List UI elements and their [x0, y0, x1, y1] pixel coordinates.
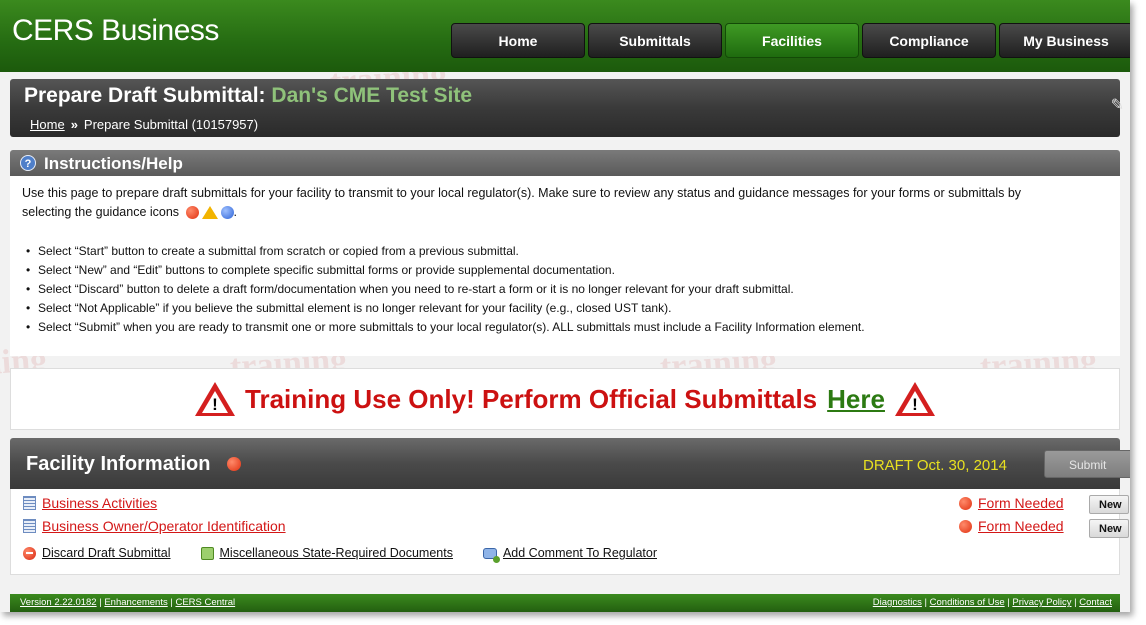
top-header: CERS Business Home Submittals Facilities… [0, 0, 1130, 72]
form-needed-link[interactable]: Form Needed [978, 495, 1064, 511]
discard-icon [23, 546, 36, 560]
brand-logo[interactable]: CERS Business [12, 14, 219, 48]
form-status: Form Needed [959, 518, 1064, 534]
form-document-icon [23, 519, 36, 533]
intro-text-a: Use this page to prepare draft submittal… [22, 186, 1022, 200]
nav-home[interactable]: Home [451, 23, 585, 58]
comment-icon [482, 547, 500, 563]
form-row: Business Activities [23, 493, 157, 513]
new-form-button[interactable]: New [1089, 495, 1129, 514]
privacy-link[interactable]: Privacy Policy [1012, 597, 1071, 608]
facility-info-body: Business Activities Form Needed New Busi… [10, 489, 1129, 575]
error-status-icon[interactable] [959, 496, 972, 510]
enhancements-link[interactable]: Enhancements [104, 597, 167, 608]
warning-triangle-icon: ! [195, 382, 236, 416]
training-banner: ! Training Use Only! Perform Official Su… [10, 368, 1120, 430]
facility-info-title: Facility Information [26, 453, 211, 475]
print-icon[interactable]: ✎ [1111, 95, 1124, 115]
training-banner-text: Training Use Only! Perform Official Subm… [245, 383, 818, 414]
add-comment-link[interactable]: Add Comment To Regulator [503, 546, 657, 560]
warning-triangle-icon: ! [894, 382, 935, 416]
nav-facilities[interactable]: Facilities [725, 23, 859, 58]
conditions-link[interactable]: Conditions of Use [930, 597, 1005, 608]
footer: Version 2.22.0182 | Enhancements | CERS … [10, 594, 1120, 612]
list-item: Select “Submit” when you are ready to tr… [26, 318, 1108, 337]
instructions-body: Use this page to prepare draft submittal… [10, 176, 1120, 356]
breadcrumb-separator: » [70, 117, 78, 132]
submit-button[interactable]: Submit [1044, 450, 1130, 478]
page-title: Prepare Draft Submittal: Dan's CME Test … [24, 84, 472, 108]
new-form-button[interactable]: New [1089, 519, 1129, 538]
form-row: Business Owner/Operator Identification [23, 516, 286, 536]
list-item: Select “Start” button to create a submit… [26, 242, 1108, 261]
official-submittals-link[interactable]: Here [827, 384, 885, 415]
footer-left: Version 2.22.0182 | Enhancements | CERS … [20, 597, 235, 608]
nav-compliance[interactable]: Compliance [862, 23, 996, 58]
instructions-header[interactable]: ? Instructions/Help [10, 150, 1120, 176]
discard-draft-link[interactable]: Discard Draft Submittal [42, 546, 171, 560]
misc-state-documents-link[interactable]: Miscellaneous State-Required Documents [220, 546, 453, 560]
guidance-icons [185, 206, 234, 220]
submittal-actions: Discard Draft Submittal Miscellaneous St… [23, 543, 657, 563]
list-item: Select “Discard” button to delete a draf… [26, 280, 1108, 299]
page-title-prefix: Prepare Draft Submittal: [24, 84, 266, 107]
main-nav: Home Submittals Facilities Compliance My… [451, 23, 1130, 59]
instructions-title: Instructions/Help [44, 154, 183, 173]
form-needed-link[interactable]: Form Needed [978, 518, 1064, 534]
list-item: Select “New” and “Edit” buttons to compl… [26, 261, 1108, 280]
info-icon [220, 206, 234, 220]
page-title-bar: Prepare Draft Submittal: Dan's CME Test … [10, 79, 1124, 137]
contact-link[interactable]: Contact [1079, 597, 1112, 608]
error-status-icon[interactable] [959, 519, 972, 533]
error-icon [185, 206, 199, 220]
breadcrumb-home-link[interactable]: Home [30, 117, 65, 132]
breadcrumb: Home » Prepare Submittal (10157957) [30, 117, 258, 132]
help-icon: ? [20, 155, 36, 171]
list-item: Select “Not Applicable” if you believe t… [26, 299, 1108, 318]
form-status: Form Needed [959, 495, 1064, 511]
instructions-intro: Use this page to prepare draft submittal… [22, 184, 1108, 222]
browser-page: training training training training trai… [0, 0, 1130, 612]
form-document-icon [23, 496, 36, 510]
facility-info-header: Facility Information DRAFT Oct. 30, 2014… [10, 438, 1130, 489]
nav-submittals[interactable]: Submittals [588, 23, 722, 58]
business-owner-operator-link[interactable]: Business Owner/Operator Identification [42, 518, 286, 534]
footer-sep: | [921, 597, 930, 608]
diagnostics-link[interactable]: Diagnostics [873, 597, 922, 608]
intro-text-b: selecting the guidance icons [22, 205, 180, 219]
breadcrumb-current: Prepare Submittal (10157957) [83, 117, 259, 132]
version-link[interactable]: Version 2.22.0182 [20, 597, 97, 608]
nav-my-business[interactable]: My Business [999, 23, 1130, 58]
site-name: Dan's CME Test Site [271, 84, 473, 107]
draft-date: DRAFT Oct. 30, 2014 [863, 457, 1007, 474]
cers-central-link[interactable]: CERS Central [175, 597, 235, 608]
error-status-icon[interactable] [227, 457, 241, 471]
document-edit-icon [200, 546, 214, 560]
business-activities-link[interactable]: Business Activities [42, 495, 157, 511]
footer-right: Diagnostics | Conditions of Use | Privac… [873, 597, 1112, 608]
warning-icon [201, 206, 218, 220]
instructions-list: Select “Start” button to create a submit… [22, 242, 1108, 337]
intro-end: . [233, 205, 238, 219]
